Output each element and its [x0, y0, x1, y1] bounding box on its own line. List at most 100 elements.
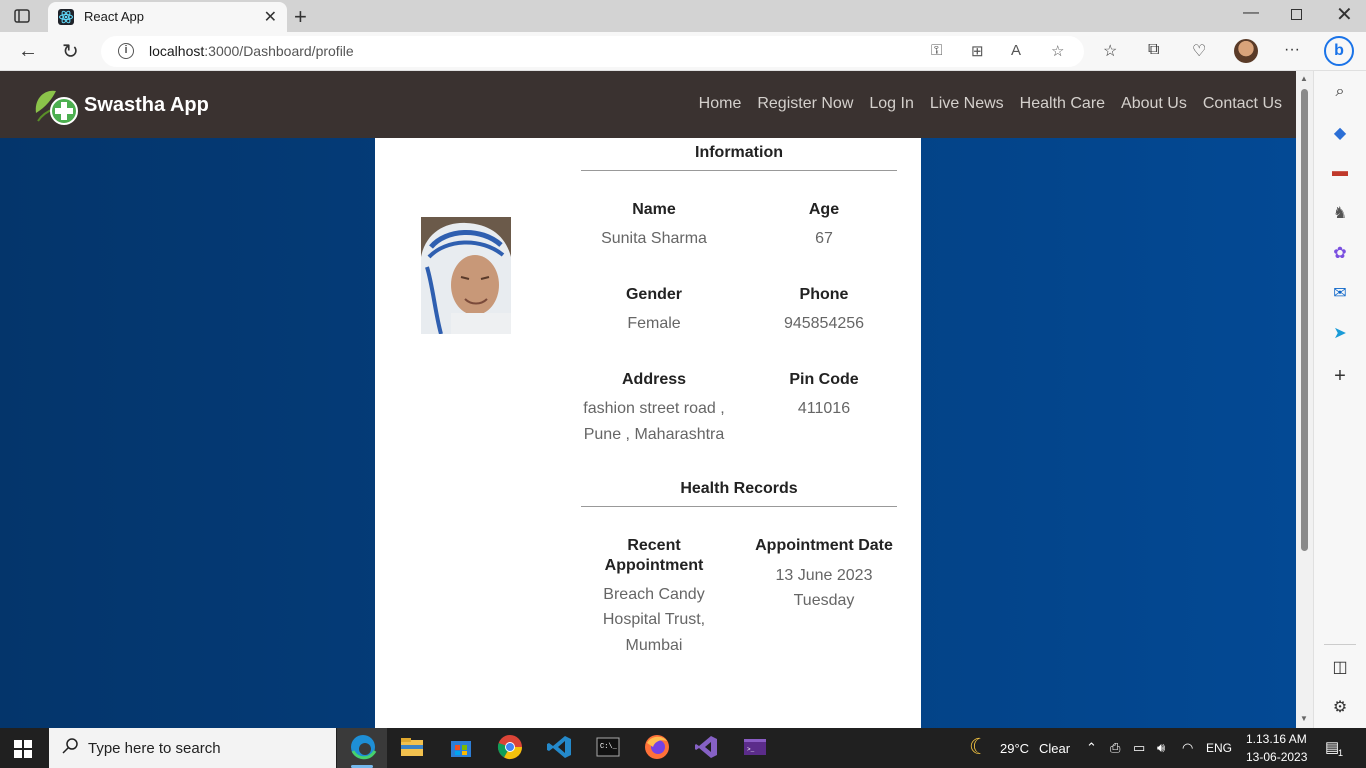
phone-value: 945854256	[783, 315, 865, 332]
nav-link-about[interactable]: About Us	[1121, 95, 1187, 113]
edge-app-icon[interactable]	[349, 733, 377, 761]
meet-now-icon[interactable]: ⎙	[1110, 740, 1120, 756]
recent-appointment-label-line1: Recent	[627, 537, 681, 554]
age-label: Age	[808, 201, 840, 218]
scroll-down-icon[interactable]: ▼	[1300, 714, 1308, 723]
wifi-icon[interactable]: ◠	[1182, 740, 1193, 756]
shopping-icon[interactable]: ◆	[1330, 123, 1350, 142]
app-available-icon[interactable]: ⊞	[971, 42, 984, 60]
weather-temp[interactable]: 29°C	[1000, 741, 1029, 756]
brand-name[interactable]: Swastha App	[84, 94, 209, 117]
nav-link-register[interactable]: Register Now	[757, 95, 853, 113]
profile-card: Information Name Sunita Sharma Age 67 Ge…	[375, 138, 921, 728]
microsoft-store-icon[interactable]	[447, 733, 475, 761]
clock-time[interactable]: 1.13.16 AM	[1246, 732, 1307, 746]
clock-date[interactable]: 13-06-2023	[1246, 750, 1307, 764]
games-icon[interactable]: ♞	[1330, 203, 1350, 222]
nav-link-health-care[interactable]: Health Care	[1020, 95, 1105, 113]
tab-actions-icon[interactable]	[12, 7, 32, 25]
browser-essentials-icon[interactable]: ♡	[1192, 41, 1206, 61]
address-label: Address	[621, 371, 687, 388]
appointment-day-value: Tuesday	[793, 592, 855, 609]
age-value: 67	[815, 230, 833, 247]
search-icon[interactable]: ⌕	[1330, 83, 1350, 101]
profile-photo	[421, 217, 511, 334]
hide-sidebar-icon[interactable]: ◫	[1330, 657, 1350, 676]
weather-desc[interactable]: Clear	[1039, 741, 1070, 756]
nav-link-live-news[interactable]: Live News	[930, 95, 1004, 113]
information-title: Information	[581, 144, 897, 171]
language-indicator[interactable]: ENG	[1206, 741, 1232, 755]
svg-text:>_: >_	[747, 746, 755, 753]
scroll-thumb[interactable]	[1301, 89, 1308, 551]
browser-toolbar: ← ↻ i localhost:3000/Dashboard/profile ⚿…	[0, 32, 1366, 71]
profile-avatar[interactable]	[1234, 39, 1258, 63]
add-sidebar-icon[interactable]: +	[1330, 365, 1350, 387]
phone-label: Phone	[799, 286, 849, 303]
health-records-title: Health Records	[581, 480, 897, 507]
url-text[interactable]: localhost:3000/Dashboard/profile	[149, 43, 354, 59]
vscode-icon[interactable]	[545, 733, 573, 761]
gender-value: Female	[627, 315, 681, 332]
brand-logo-icon[interactable]	[32, 85, 80, 127]
edge-sidebar: ⌕ ◆ ▬ ♞ ✿ ✉ ➤ + ◫ ⚙	[1313, 71, 1366, 728]
drop-icon[interactable]: ➤	[1330, 323, 1350, 342]
minimize-icon[interactable]: —	[1243, 4, 1259, 22]
terminal-preview-icon[interactable]: >_	[741, 733, 769, 761]
page-scrollbar[interactable]: ▲ ▼	[1296, 71, 1313, 728]
tab-close-icon[interactable]: ✕	[264, 7, 277, 27]
recent-appointment-value-line3: Mumbai	[625, 637, 683, 654]
taskbar-search-box[interactable]: Type here to search	[49, 728, 336, 768]
scroll-up-icon[interactable]: ▲	[1300, 74, 1308, 83]
key-icon[interactable]: ⚿	[931, 42, 942, 59]
bing-chat-icon[interactable]: b	[1324, 36, 1354, 66]
nav-link-home[interactable]: Home	[699, 95, 742, 113]
nav-links: Home Register Now Log In Live News Healt…	[699, 95, 1282, 113]
window-close-icon[interactable]: ✕	[1336, 2, 1353, 27]
appointment-date-label: Appointment Date	[755, 537, 893, 554]
weather-moon-icon[interactable]: ☾	[969, 734, 989, 760]
nav-link-login[interactable]: Log In	[869, 95, 913, 113]
address-value-line1: fashion street road ,	[583, 400, 725, 417]
pincode-label: Pin Code	[789, 371, 859, 388]
site-navbar: Swastha App Home Register Now Log In Liv…	[0, 71, 1296, 138]
favorites-icon[interactable]: ☆	[1103, 41, 1117, 61]
windows-taskbar: Type here to search C:\_ >_ ☾ 29°C Clear…	[0, 728, 1366, 768]
favorite-star-icon[interactable]: ☆	[1051, 42, 1064, 60]
name-value: Sunita Sharma	[601, 230, 707, 247]
sidebar-divider	[1324, 644, 1356, 645]
browser-tabbar: React App ✕ + — ✕	[0, 0, 1366, 32]
tools-icon[interactable]: ▬	[1330, 163, 1350, 181]
address-value-line2: Pune , Maharashtra	[583, 426, 725, 443]
outlook-icon[interactable]: ✉	[1330, 283, 1350, 302]
firefox-icon[interactable]	[643, 733, 671, 761]
windows-start-icon[interactable]	[14, 740, 32, 758]
maximize-icon[interactable]	[1291, 9, 1302, 20]
nav-link-contact[interactable]: Contact Us	[1203, 95, 1282, 113]
chrome-icon[interactable]	[496, 733, 524, 761]
browser-tab[interactable]: React App ✕	[48, 2, 287, 32]
recent-appointment-value-line1: Breach Candy	[603, 586, 705, 603]
back-icon[interactable]: ←	[18, 40, 38, 63]
gender-label: Gender	[625, 286, 682, 303]
name-label: Name	[632, 201, 676, 218]
more-options-icon[interactable]: ···	[1284, 41, 1300, 59]
react-icon	[58, 9, 74, 25]
settings-gear-icon[interactable]: ⚙	[1330, 697, 1350, 716]
appointment-date-value: 13 June 2023	[775, 567, 873, 584]
site-info-icon[interactable]: i	[118, 43, 134, 59]
svg-text:C:\_: C:\_	[600, 743, 618, 751]
collections-icon[interactable]: ⧉	[1148, 41, 1159, 59]
volume-icon[interactable]: 🔊︎	[1157, 740, 1165, 756]
terminal-icon[interactable]: C:\_	[594, 733, 622, 761]
address-bar[interactable]: i localhost:3000/Dashboard/profile ⚿ ⊞ A…	[101, 36, 1084, 67]
recent-appointment-value-line2: Hospital Trust,	[602, 611, 706, 628]
microsoft-365-icon[interactable]: ✿	[1330, 243, 1350, 262]
show-hidden-icons-chevron-icon[interactable]: ⌃	[1086, 740, 1097, 756]
battery-icon[interactable]: ▭	[1133, 740, 1145, 756]
visual-studio-icon[interactable]	[692, 733, 720, 761]
refresh-icon[interactable]: ↻	[62, 39, 79, 64]
read-aloud-icon[interactable]: A	[1011, 42, 1021, 59]
file-explorer-icon[interactable]	[398, 733, 426, 761]
new-tab-icon[interactable]: +	[294, 4, 307, 30]
